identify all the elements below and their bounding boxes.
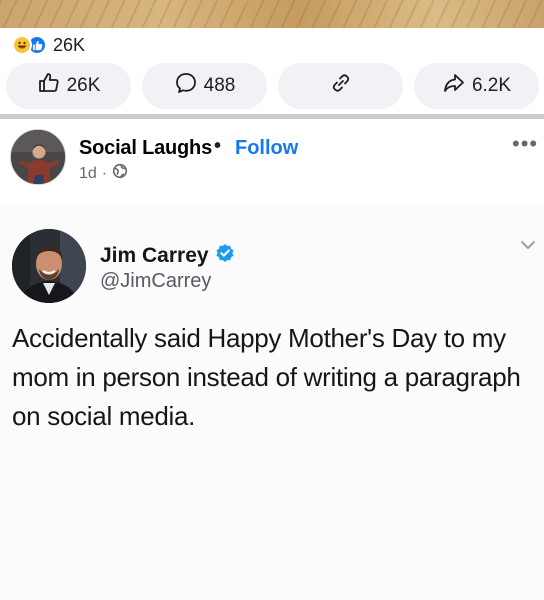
comment-button[interactable]: 488 [142, 63, 267, 109]
tweet-author-name: Jim Carrey [100, 243, 209, 267]
like-button[interactable]: 26K [6, 63, 131, 109]
comment-count: 488 [203, 75, 236, 96]
page-avatar[interactable] [10, 129, 66, 185]
verified-badge-icon [215, 243, 235, 268]
copy-link-button[interactable] [278, 63, 403, 109]
reactions-summary[interactable]: 26K [12, 34, 85, 56]
page-name-link[interactable]: Social Laughs [79, 137, 212, 160]
separator-dot: • [214, 135, 222, 157]
link-icon [329, 71, 353, 101]
post-meta: 1d · [79, 163, 128, 184]
chevron-down-icon [518, 235, 538, 260]
globe-icon [112, 163, 128, 184]
post-header: Social Laughs • Follow 1d · ••• [0, 119, 544, 199]
reactions-count: 26K [53, 34, 86, 55]
tweet-author-avatar [12, 229, 86, 303]
share-button[interactable]: 6.2K [414, 63, 539, 109]
previous-post-image[interactable] [0, 0, 544, 28]
haha-reaction-icon [12, 35, 32, 55]
share-count: 6.2K [471, 75, 512, 96]
tweet-screenshot-image[interactable]: Jim Carrey @JimCarrey Accidentally said … [0, 205, 544, 600]
share-arrow-icon [442, 71, 466, 101]
tweet-author-row: Jim Carrey [100, 243, 235, 268]
like-count: 26K [66, 75, 101, 96]
meta-dot: · [101, 164, 108, 182]
post-action-bar: 26K 488 6.2K [6, 63, 539, 109]
tweet-text: Accidentally said Happy Mother's Day to … [12, 323, 521, 431]
thumbs-up-icon [37, 71, 61, 101]
comment-bubble-icon [174, 71, 198, 101]
follow-button[interactable]: Follow [235, 137, 298, 160]
more-options-icon[interactable]: ••• [512, 133, 538, 155]
tweet-author-handle: @JimCarrey [100, 270, 212, 292]
post-timestamp[interactable]: 1d [79, 165, 97, 183]
